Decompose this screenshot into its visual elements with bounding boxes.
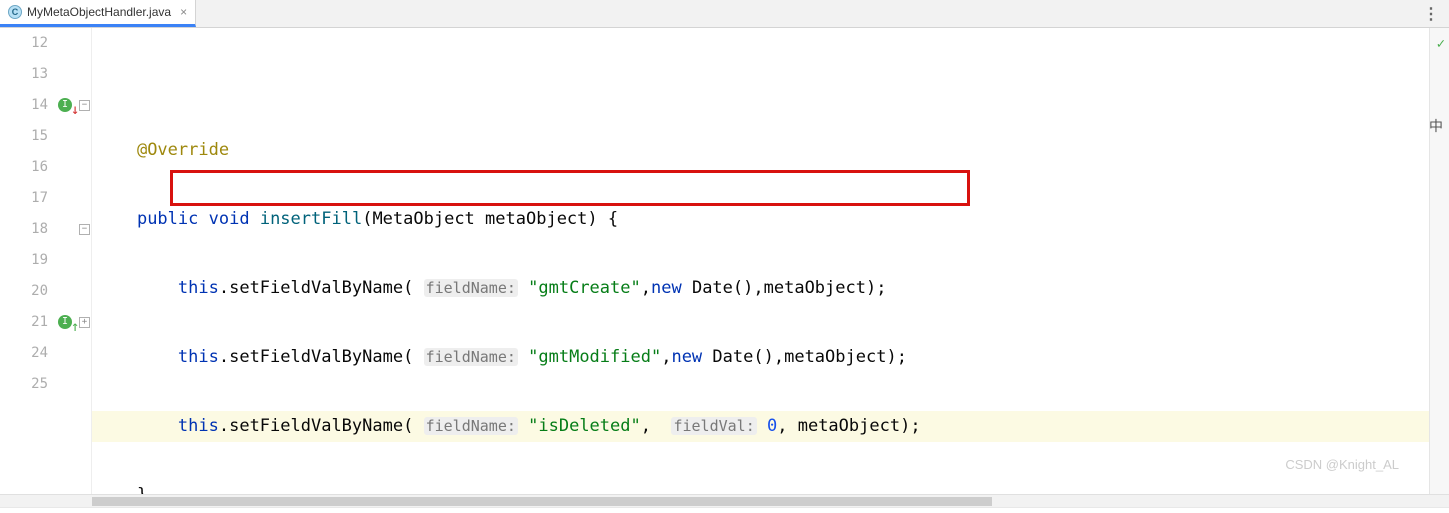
line-number[interactable]: 12 xyxy=(0,28,48,59)
line-number[interactable]: 19 xyxy=(0,245,48,276)
fold-expand-icon[interactable]: + xyxy=(79,317,90,328)
line-number[interactable]: 18 xyxy=(0,214,48,245)
code-text-area[interactable]: @Override public void insertFill(MetaObj… xyxy=(92,28,1429,494)
tab-bar: C MyMetaObjectHandler.java × ⋮ xyxy=(0,0,1449,28)
param-hint: fieldName: xyxy=(424,417,518,435)
line-number[interactable]: 14 xyxy=(0,90,48,121)
line-number[interactable]: 17 xyxy=(0,183,48,214)
class-ref: Date xyxy=(692,278,733,298)
line-number-gutter[interactable]: 12 13 14 15 16 17 18 19 20 21 24 25 xyxy=(0,28,58,494)
code-line[interactable]: this.setFieldValByName( fieldName: "gmtC… xyxy=(92,273,1429,304)
fold-collapse-icon[interactable]: − xyxy=(79,100,90,111)
horizontal-scrollbar[interactable] xyxy=(0,494,1449,507)
tab-filename: MyMetaObjectHandler.java xyxy=(27,5,171,19)
check-icon[interactable]: ✓ xyxy=(1437,36,1445,52)
bottom-border xyxy=(0,507,1449,513)
number-literal: 0 xyxy=(767,416,777,436)
editor-body: 12 13 14 15 16 17 18 19 20 21 24 25 I↓ I… xyxy=(0,28,1449,494)
class-ref: Date xyxy=(712,347,753,367)
ime-indicator[interactable]: 中 xyxy=(1429,116,1443,136)
editor-window: C MyMetaObjectHandler.java × ⋮ 12 13 14 … xyxy=(0,0,1449,513)
code-line[interactable]: public void insertFill(MetaObject metaOb… xyxy=(92,204,1429,235)
watermark-text: CSDN @Knight_AL xyxy=(1285,457,1399,472)
code-line[interactable]: @Override xyxy=(92,135,1429,166)
method-call: setFieldValByName xyxy=(229,278,403,298)
param-type: MetaObject xyxy=(372,209,474,229)
method-call: setFieldValByName xyxy=(229,416,403,436)
param-hint: fieldName: xyxy=(424,279,518,297)
more-actions-icon[interactable]: ⋮ xyxy=(1413,0,1449,27)
java-class-icon: C xyxy=(8,5,22,19)
method-call: setFieldValByName xyxy=(229,347,403,367)
code-line-highlighted[interactable]: this.setFieldValByName( fieldName: "isDe… xyxy=(92,411,1429,442)
override-gutter-icon[interactable]: I xyxy=(58,315,72,329)
keyword: void xyxy=(209,209,250,229)
param-name: metaObject xyxy=(485,209,587,229)
line-number[interactable]: 16 xyxy=(0,152,48,183)
line-number[interactable]: 15 xyxy=(0,121,48,152)
close-tab-icon[interactable]: × xyxy=(180,5,187,19)
identifier: metaObject xyxy=(764,278,866,298)
string-literal: "gmtModified" xyxy=(528,347,661,367)
keyword: this xyxy=(178,416,219,436)
line-number[interactable]: 25 xyxy=(0,369,48,400)
file-tab[interactable]: C MyMetaObjectHandler.java × xyxy=(0,0,196,27)
annotation-gutter: I↓ I↑ xyxy=(58,28,78,494)
highlight-box xyxy=(170,170,970,206)
keyword: new xyxy=(671,347,702,367)
fold-gutter[interactable]: − − + xyxy=(78,28,92,494)
string-literal: "isDeleted" xyxy=(528,416,641,436)
code-line[interactable] xyxy=(92,66,1429,97)
keyword: public xyxy=(137,209,198,229)
line-number[interactable]: 24 xyxy=(0,338,48,369)
keyword: new xyxy=(651,278,682,298)
string-literal: "gmtCreate" xyxy=(528,278,641,298)
code-line[interactable]: this.setFieldValByName( fieldName: "gmtM… xyxy=(92,342,1429,373)
method-name: insertFill xyxy=(260,209,362,229)
override-gutter-icon[interactable]: I xyxy=(58,98,72,112)
identifier: metaObject xyxy=(784,347,886,367)
param-hint: fieldVal: xyxy=(671,417,756,435)
line-number[interactable]: 21 xyxy=(0,307,48,338)
inspection-gutter[interactable]: ✓ 中 xyxy=(1429,28,1449,494)
keyword: this xyxy=(178,347,219,367)
annotation: @Override xyxy=(137,140,229,160)
identifier: metaObject xyxy=(798,416,900,436)
code-line[interactable]: } xyxy=(92,480,1429,494)
fold-collapse-icon[interactable]: − xyxy=(79,224,90,235)
line-number[interactable]: 20 xyxy=(0,276,48,307)
line-number[interactable]: 13 xyxy=(0,59,48,90)
param-hint: fieldName: xyxy=(424,348,518,366)
scrollbar-thumb[interactable] xyxy=(92,497,992,506)
keyword: this xyxy=(178,278,219,298)
